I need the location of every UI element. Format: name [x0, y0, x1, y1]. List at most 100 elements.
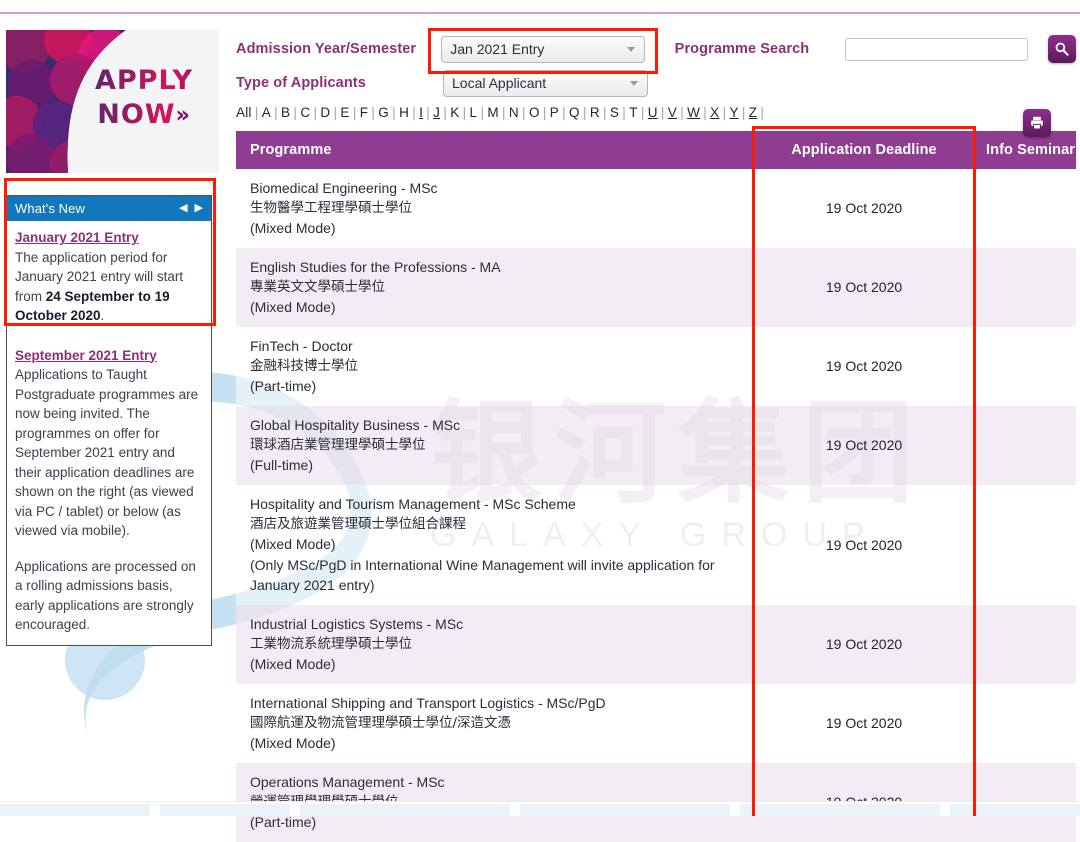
type-of-applicants-label: Type of Applicants	[236, 75, 366, 91]
january-2021-entry-text: The application period for January 2021 …	[15, 248, 203, 326]
jan-text-c: .	[100, 308, 105, 323]
cell-application-deadline: 19 Oct 2020	[752, 169, 976, 248]
alphabet-filter-all[interactable]: All	[236, 105, 252, 120]
alphabet-filter-p[interactable]: P	[550, 105, 559, 120]
programme-name-cn: 環球酒店業管理理學碩士學位	[250, 437, 426, 453]
programme-name-cn: 國際航運及物流管理理學碩士學位/深造文憑	[250, 715, 512, 731]
footer-segment	[0, 804, 150, 816]
programme-study-mode: (Mixed Mode)	[250, 220, 336, 236]
cell-info-seminar	[976, 684, 1076, 763]
table-row[interactable]: International Shipping and Transport Log…	[236, 684, 1076, 763]
table-row[interactable]: English Studies for the Professions - MA…	[236, 248, 1076, 327]
programme-name-en[interactable]: English Studies for the Professions - MA	[250, 257, 752, 277]
alphabet-separator: |	[293, 105, 298, 120]
alphabet-filter-m[interactable]: M	[487, 105, 498, 120]
alphabet-separator: |	[660, 105, 665, 120]
cell-application-deadline: 19 Oct 2020	[752, 248, 976, 327]
programme-name-en[interactable]: Operations Management - MSc	[250, 772, 752, 792]
programme-name-cn: 生物醫學工程理學碩士學位	[250, 200, 412, 216]
admission-filter-row: Admission Year/Semester Jan 2021 Entry P…	[236, 34, 1076, 64]
table-header-row: Programme Application Deadline Info Semi…	[236, 131, 1076, 169]
alphabet-filter-n[interactable]: N	[509, 105, 519, 120]
alphabet-separator: |	[703, 105, 707, 120]
programme-name-en[interactable]: FinTech - Doctor	[250, 336, 752, 356]
alphabet-separator: |	[333, 105, 338, 120]
main-content: Admission Year/Semester Jan 2021 Entry P…	[236, 34, 1076, 842]
alphabet-filter-y[interactable]: Y	[729, 105, 738, 120]
alphabet-filter-z[interactable]: Z	[749, 105, 757, 120]
footer-segment	[950, 804, 1080, 816]
rolling-admissions-text: Applications are processed on a rolling …	[15, 558, 196, 633]
programme-name-en[interactable]: Biomedical Engineering - MSc	[250, 178, 752, 198]
print-button[interactable]	[1023, 109, 1051, 137]
whats-new-nav[interactable]: ◀ ▶	[179, 203, 203, 214]
alphabet-filter-x[interactable]: X	[710, 105, 719, 120]
apply-now-text: APPLY NOW»	[74, 64, 214, 133]
programme-search-input[interactable]	[845, 37, 1029, 61]
cell-info-seminar	[976, 485, 1076, 605]
alphabet-filter-f[interactable]: F	[360, 105, 368, 120]
cell-application-deadline: 19 Oct 2020	[752, 485, 976, 605]
apply-line-1: APPLY	[74, 64, 214, 98]
type-of-applicants-value: Local Applicant	[452, 75, 547, 91]
alphabet-filter-u[interactable]: U	[648, 105, 658, 120]
col-header-programme[interactable]: Programme	[236, 131, 752, 169]
table-row[interactable]: Industrial Logistics Systems - MSc 工業物流系統…	[236, 605, 1076, 684]
alphabet-filter-o[interactable]: O	[529, 105, 540, 120]
alphabet-filter-v[interactable]: V	[668, 105, 677, 120]
alphabet-filter-d[interactable]: D	[320, 105, 330, 120]
alphabet-filter-h[interactable]: H	[399, 105, 409, 120]
table-row[interactable]: Global Hospitality Business - MSc 環球酒店業管理…	[236, 406, 1076, 485]
cell-programme: Global Hospitality Business - MSc 環球酒店業管理…	[236, 406, 752, 485]
top-divider	[0, 12, 1080, 14]
footer-segment	[300, 804, 510, 816]
programme-name-cn: 專業英文文學碩士學位	[250, 279, 385, 295]
september-2021-entry-link[interactable]: September 2021 Entry	[15, 346, 203, 366]
alphabet-filter-j[interactable]: J	[433, 105, 440, 120]
cell-application-deadline: 19 Oct 2020	[752, 406, 976, 485]
type-of-applicants-select[interactable]: Local Applicant	[443, 69, 648, 97]
alphabet-filter-i[interactable]: I	[419, 105, 423, 120]
alphabet-filter-t[interactable]: T	[629, 105, 637, 120]
apply-now-banner[interactable]: APPLY NOW»	[6, 30, 219, 173]
table-row[interactable]: Hospitality and Tourism Management - MSc…	[236, 485, 1076, 605]
alphabet-filter-b[interactable]: B	[281, 105, 290, 120]
alphabet-filter-l[interactable]: L	[470, 105, 478, 120]
cell-programme: Hospitality and Tourism Management - MSc…	[236, 485, 752, 605]
alphabet-separator: |	[760, 105, 765, 120]
table-row[interactable]: FinTech - Doctor 金融科技博士學位 (Part-time) 19 Oc…	[236, 327, 1076, 406]
alphabet-separator: |	[443, 105, 448, 120]
alphabet-filter-g[interactable]: G	[378, 105, 389, 120]
programme-name-en[interactable]: Hospitality and Tourism Management - MSc…	[250, 494, 752, 514]
alphabet-filter[interactable]: All | A | B | C | D | E | F | G | H | I | J | K | L | M | N | O | P | Q | R |…	[236, 105, 1076, 125]
alphabet-filter-a[interactable]: A	[262, 105, 271, 120]
print-icon	[1031, 116, 1043, 130]
col-header-application-deadline[interactable]: Application Deadline	[752, 131, 976, 169]
alphabet-filter-k[interactable]: K	[450, 105, 459, 120]
alphabet-filter-s[interactable]: S	[610, 105, 619, 120]
programme-name-en[interactable]: International Shipping and Transport Log…	[250, 693, 752, 713]
chevron-down-icon	[626, 47, 635, 52]
prev-arrow-icon[interactable]: ◀	[179, 203, 187, 214]
alphabet-separator: |	[480, 105, 485, 120]
alphabet-filter-w[interactable]: W	[687, 105, 700, 120]
programme-name-en[interactable]: Global Hospitality Business - MSc	[250, 415, 752, 435]
alphabet-filter-c[interactable]: C	[300, 105, 310, 120]
january-2021-entry-link[interactable]: January 2021 Entry	[15, 228, 203, 248]
search-button[interactable]	[1048, 35, 1076, 63]
alphabet-filter-r[interactable]: R	[590, 105, 600, 120]
alphabet-separator: |	[680, 105, 684, 120]
footer-segment	[740, 804, 940, 816]
alphabet-separator: |	[426, 105, 430, 120]
programme-name-en[interactable]: Industrial Logistics Systems - MSc	[250, 614, 752, 634]
next-arrow-icon[interactable]: ▶	[195, 203, 203, 214]
table-row[interactable]: Biomedical Engineering - MSc 生物醫學工程理學碩士學位…	[236, 169, 1076, 248]
programme-table: Programme Application Deadline Info Semi…	[236, 131, 1076, 842]
table-body: Biomedical Engineering - MSc 生物醫學工程理學碩士學位…	[236, 169, 1076, 842]
programme-study-mode: (Mixed Mode)	[250, 536, 336, 552]
admission-year-label: Admission Year/Semester	[236, 41, 417, 57]
admission-year-select[interactable]: Jan 2021 Entry	[441, 35, 645, 63]
alphabet-filter-q[interactable]: Q	[569, 105, 580, 120]
cell-application-deadline: 19 Oct 2020	[752, 327, 976, 406]
alphabet-filter-e[interactable]: E	[340, 105, 349, 120]
